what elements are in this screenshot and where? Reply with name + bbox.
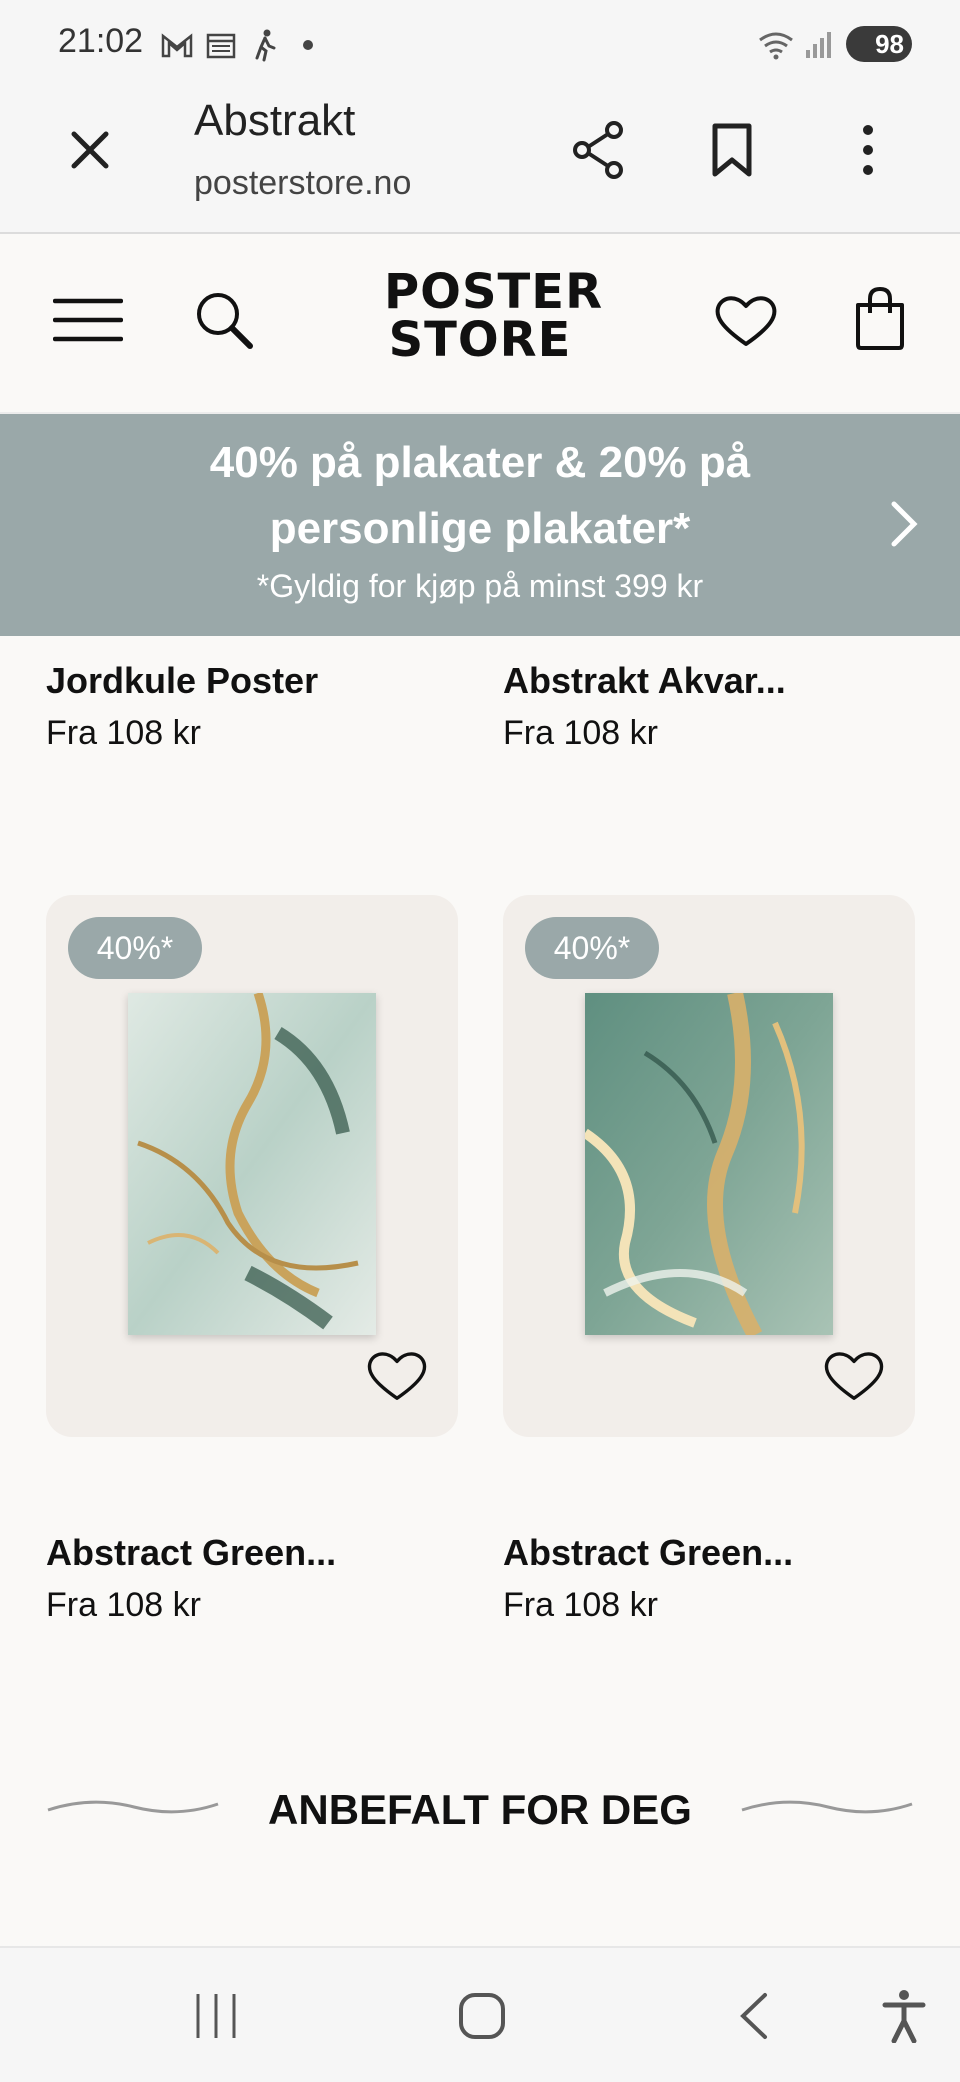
menu-button[interactable]	[48, 280, 128, 360]
signal-icon	[806, 32, 831, 58]
product-info[interactable]: Abstrakt Akvar... Fra 108 kr	[503, 660, 786, 753]
home-icon	[459, 1993, 505, 2039]
status-bar: 21:02 98	[0, 0, 960, 88]
promo-banner[interactable]: 40% på plakater & 20% på personlige plak…	[0, 414, 960, 636]
close-button[interactable]	[50, 110, 130, 190]
more-vert-icon	[863, 125, 873, 175]
share-icon	[573, 121, 623, 179]
close-icon	[71, 131, 109, 169]
product-info[interactable]: Abstract Green... Fra 108 kr	[503, 1532, 793, 1625]
product-card[interactable]: 40%*	[503, 895, 915, 1437]
heart-icon	[715, 296, 777, 346]
accessibility-button[interactable]	[864, 1976, 944, 2056]
gmail-icon	[161, 33, 193, 58]
clock: 21:02	[58, 22, 144, 60]
recent-apps-button[interactable]	[176, 1976, 256, 2056]
shopping-bag-icon	[856, 286, 904, 350]
product-image[interactable]	[585, 993, 833, 1335]
back-button[interactable]	[714, 1976, 794, 2056]
chevron-right-icon[interactable]	[884, 494, 924, 554]
more-options-button[interactable]	[828, 110, 908, 190]
discount-badge: 40%*	[525, 917, 659, 979]
calendar-icon	[206, 33, 236, 59]
product-price: Fra 108 kr	[46, 714, 201, 752]
accessibility-icon	[882, 1990, 926, 2043]
bookmark-icon	[712, 123, 752, 177]
search-icon	[197, 293, 253, 349]
product-name: Abstrakt Akvar...	[503, 660, 786, 701]
add-to-wishlist-icon[interactable]	[366, 1347, 428, 1403]
product-price: Fra 108 kr	[46, 1586, 201, 1624]
battery-icon: 98	[846, 26, 912, 62]
share-button[interactable]	[558, 110, 638, 190]
battery-level: 98	[875, 28, 904, 59]
product-info[interactable]: Abstract Green... Fra 108 kr	[46, 1532, 336, 1625]
wishlist-button[interactable]	[706, 280, 786, 360]
walking-icon	[255, 29, 276, 62]
product-price: Fra 108 kr	[503, 714, 658, 752]
add-to-wishlist-icon[interactable]	[823, 1347, 885, 1403]
page-url[interactable]: posterstore.no	[194, 164, 411, 203]
home-button[interactable]	[442, 1976, 522, 2056]
discount-badge: 40%*	[68, 917, 202, 979]
wave-divider-right	[741, 1800, 913, 1814]
back-icon	[740, 1993, 767, 2039]
posterstore-logo[interactable]: POSTER STORE	[384, 264, 604, 368]
recent-apps-icon	[196, 1994, 236, 2038]
bookmark-button[interactable]	[692, 110, 772, 190]
product-name: Jordkule Poster	[46, 660, 319, 701]
product-card[interactable]: 40%*	[46, 895, 458, 1437]
promo-line-1: 40% på plakater & 20% på	[209, 438, 751, 487]
logo-line-2: STORE	[388, 312, 572, 368]
promo-line-2: personlige plakater*	[269, 504, 691, 553]
wifi-icon	[759, 32, 793, 60]
cart-button[interactable]	[840, 278, 920, 358]
dot-icon	[303, 40, 313, 50]
browser-toolbar	[0, 88, 960, 234]
product-image[interactable]	[128, 993, 376, 1335]
product-price: Fra 108 kr	[503, 1586, 658, 1624]
page-title: Abstrakt	[194, 96, 356, 145]
product-info[interactable]: Jordkule Poster Fra 108 kr	[46, 660, 318, 753]
product-name: Abstract Green...	[46, 1532, 337, 1573]
promo-subtext: *Gyldig for kjøp på minst 399 kr	[256, 568, 704, 604]
product-name: Abstract Green...	[503, 1532, 794, 1573]
logo-line-1: POSTER	[384, 264, 604, 320]
menu-icon	[53, 298, 123, 342]
search-button[interactable]	[184, 280, 264, 360]
